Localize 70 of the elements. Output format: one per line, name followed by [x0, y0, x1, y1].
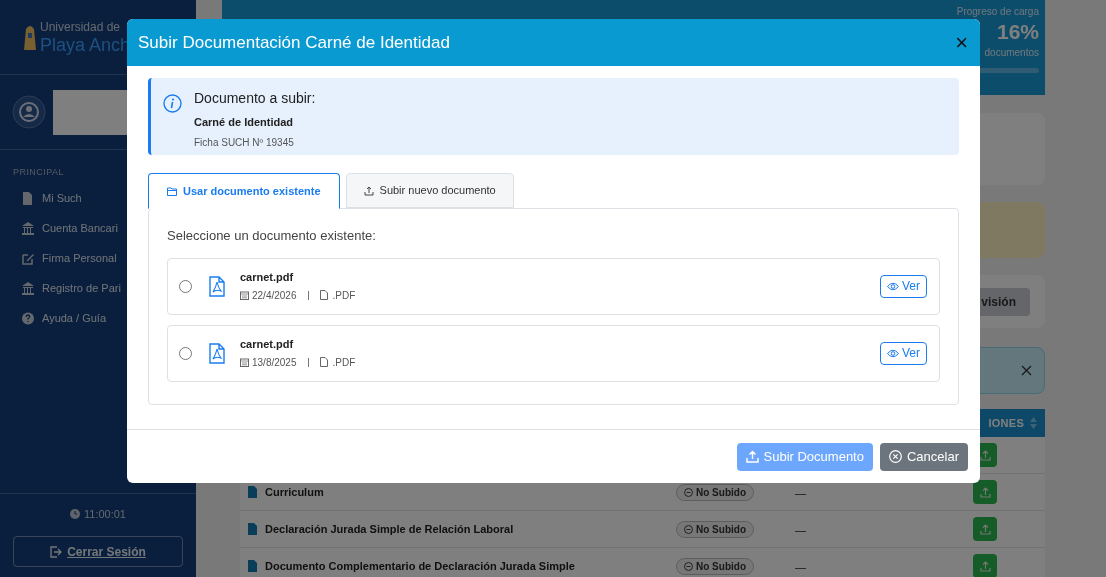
upload-button[interactable] — [973, 480, 997, 504]
file-icon — [319, 290, 328, 301]
file-icon — [248, 560, 257, 572]
document-title: Declaración Jurada Simple de Relación Laboral — [265, 521, 514, 537]
upload-icon — [979, 560, 991, 572]
upload-icon — [979, 523, 991, 535]
view-button[interactable]: Ver — [880, 341, 927, 365]
column-header: IONES — [988, 415, 1024, 431]
section-heading: PRINCIPAL — [12, 166, 65, 179]
upload-icon — [745, 450, 759, 463]
help-icon — [22, 312, 34, 325]
lighthouse-logo-icon — [22, 23, 38, 51]
minus-circle-icon — [684, 561, 693, 571]
logo-text: Universidad de — [40, 19, 122, 35]
tab[interactable]: Usar documento existente — [148, 173, 340, 209]
pdf-file-icon — [209, 342, 225, 364]
file-type: .PDF — [332, 355, 356, 370]
panel-prompt: Seleccione un documento existente: — [167, 227, 377, 245]
file-date: 13/8/2025 — [252, 355, 297, 370]
progress-percent: 16% — [996, 19, 1039, 45]
cancel-circle-icon — [888, 450, 902, 463]
bank-icon — [22, 222, 34, 235]
info-heading: Documento a subir: — [194, 89, 316, 108]
pdf-file-icon — [209, 275, 225, 297]
upload-icon — [363, 185, 374, 196]
clock-icon — [70, 508, 80, 519]
progress-count: documentos — [984, 46, 1039, 60]
file-date: 22/4/2026 — [252, 288, 297, 303]
edit-icon — [22, 252, 34, 265]
clock-time: 11:00:01 — [84, 506, 126, 522]
folder-icon — [167, 186, 177, 196]
document-title: Curriculum — [265, 484, 324, 500]
logout-button[interactable]: Cerrar Sesión — [13, 536, 183, 567]
info-icon — [163, 94, 182, 113]
document-detail: Ficha SUCH Nº 19345 — [194, 135, 295, 150]
status-badge: No Subido — [676, 557, 754, 575]
file-name: carnet.pdf — [240, 337, 295, 353]
user-avatar-icon — [12, 95, 46, 129]
minus-circle-icon — [684, 487, 693, 497]
close-icon[interactable] — [1021, 365, 1032, 376]
eye-icon — [887, 281, 899, 291]
cancel-button[interactable]: Cancelar — [879, 442, 968, 471]
file-icon — [319, 357, 328, 368]
progress-label: Progreso de carga — [956, 5, 1039, 19]
file-option[interactable]: carnet.pdf 13/8/2025 .PDF Ver — [167, 324, 940, 382]
upload-icon — [979, 486, 991, 498]
file-name: carnet.pdf — [240, 270, 295, 286]
file-icon — [248, 523, 257, 535]
table-cell: — — [795, 561, 806, 573]
document-name: Carné de Identidad — [194, 115, 295, 130]
tab[interactable]: Subir nuevo documento — [345, 173, 514, 208]
view-button[interactable]: Ver — [880, 274, 927, 298]
status-badge: No Subido — [676, 483, 754, 501]
table-cell: — — [795, 487, 806, 499]
close-button[interactable]: × — [955, 31, 968, 54]
status-badge: No Subido — [676, 520, 754, 538]
eye-icon — [887, 348, 899, 358]
file-icon — [22, 192, 34, 205]
file-icon — [248, 486, 257, 498]
upload-icon — [979, 449, 991, 461]
modal-title: Subir Documentación Carné de Identidad — [138, 31, 450, 54]
calendar-icon — [240, 357, 249, 367]
calendar-icon — [240, 290, 249, 300]
minus-circle-icon — [684, 524, 693, 534]
file-type: .PDF — [332, 288, 356, 303]
table-cell: — — [795, 524, 806, 536]
document-title: Documento Complementario de Declaración Jurada Simple — [265, 558, 575, 574]
bank-icon — [22, 282, 34, 295]
logout-icon — [50, 545, 63, 558]
file-option[interactable]: carnet.pdf 22/4/2026 .PDF Ver — [167, 257, 940, 315]
